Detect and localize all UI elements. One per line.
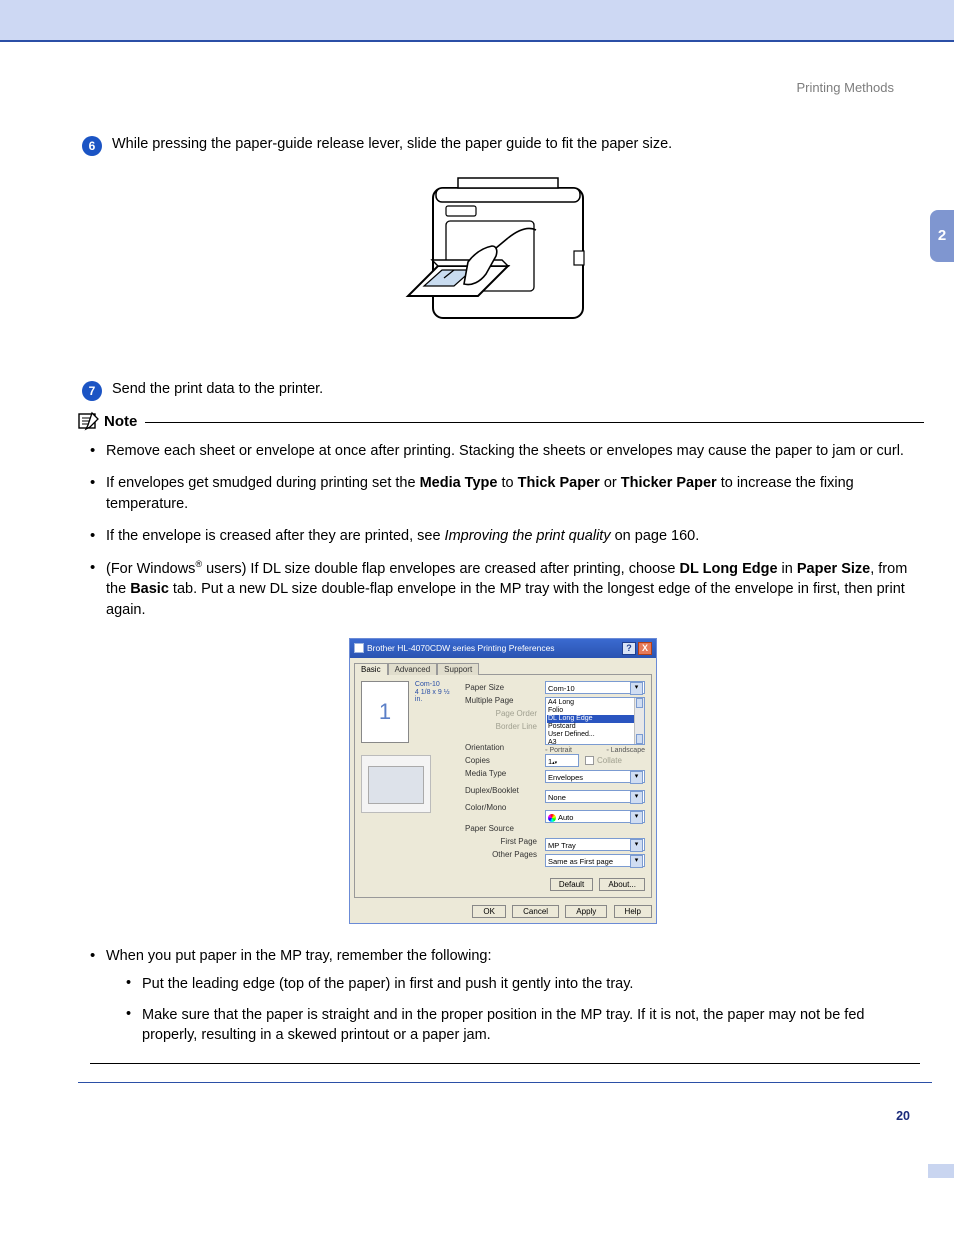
step-7-text: Send the print data to the printer. bbox=[112, 380, 924, 400]
orientation-portrait[interactable]: ◦ Portrait bbox=[545, 747, 572, 754]
mp-tray-sub-2: Make sure that the paper is straight and… bbox=[126, 1001, 916, 1052]
printer-illustration bbox=[82, 166, 924, 350]
mp-tray-sub-1: Put the leading edge (top of the paper) … bbox=[126, 970, 916, 1000]
labels-column: Paper Size Multiple Page Page Order Bord… bbox=[465, 681, 537, 891]
fields-column: Com-10 A4 Long Folio DL Long Edge Postca… bbox=[545, 681, 645, 891]
default-button[interactable]: Default bbox=[550, 878, 593, 891]
preview-printer-image bbox=[361, 755, 431, 813]
page-bottom-rule bbox=[78, 1082, 932, 1083]
label-duplex: Duplex/Booklet bbox=[465, 784, 537, 797]
orientation-landscape[interactable]: ◦ Landscape bbox=[606, 747, 645, 754]
first-page-combo[interactable]: MP Tray bbox=[545, 838, 645, 851]
tab-basic[interactable]: Basic bbox=[354, 663, 388, 675]
dialog-close-button[interactable]: X bbox=[638, 642, 652, 655]
note-heading: Note bbox=[78, 411, 924, 431]
dialog-help-button[interactable]: ? bbox=[622, 642, 636, 655]
label-multiple-page: Multiple Page bbox=[465, 694, 537, 707]
copies-field[interactable]: 1 bbox=[545, 754, 579, 767]
note-icon bbox=[78, 411, 100, 431]
ok-button[interactable]: OK bbox=[472, 905, 506, 918]
color-combo[interactable]: Auto bbox=[545, 810, 645, 823]
label-orientation: Orientation bbox=[465, 741, 537, 754]
label-paper-size: Paper Size bbox=[465, 681, 537, 694]
paper-size-combo[interactable]: Com-10 bbox=[545, 681, 645, 694]
note-rule-bottom bbox=[90, 1063, 920, 1064]
printer-icon bbox=[354, 643, 364, 653]
media-type-combo[interactable]: Envelopes bbox=[545, 770, 645, 783]
step-6: 6 While pressing the paper-guide release… bbox=[82, 135, 924, 156]
section-title: Printing Methods bbox=[0, 42, 954, 95]
note-rule-top bbox=[145, 422, 924, 423]
about-button[interactable]: About... bbox=[599, 878, 645, 891]
dialog-figure: Brother HL-4070CDW series Printing Prefe… bbox=[82, 638, 924, 924]
label-page-order: Page Order bbox=[465, 707, 537, 720]
page-number: 20 bbox=[0, 1103, 954, 1123]
preview-size-label: Com-10 4 1/8 x 9 ½ in. bbox=[415, 681, 457, 704]
printing-preferences-dialog: Brother HL-4070CDW series Printing Prefe… bbox=[349, 638, 657, 924]
help-button[interactable]: Help bbox=[614, 905, 652, 918]
tab-body-basic: 1 Com-10 4 1/8 x 9 ½ in. Paper Size Mult… bbox=[354, 674, 652, 898]
note-item-3: If the envelope is creased after they ar… bbox=[90, 522, 924, 554]
step-7: 7 Send the print data to the printer. bbox=[82, 380, 924, 401]
note-item-2: If envelopes get smudged during printing… bbox=[90, 469, 924, 522]
collate-checkbox[interactable]: Collate bbox=[585, 756, 622, 765]
top-header-bar bbox=[0, 0, 954, 42]
page-content: 6 While pressing the paper-guide release… bbox=[0, 95, 954, 1103]
other-pages-combo[interactable]: Same as First page bbox=[545, 854, 645, 867]
note-list: Remove each sheet or envelope at once af… bbox=[90, 437, 924, 628]
preview-column: 1 Com-10 4 1/8 x 9 ½ in. bbox=[361, 681, 457, 891]
dialog-title-text: Brother HL-4070CDW series Printing Prefe… bbox=[367, 643, 555, 653]
duplex-combo[interactable]: None bbox=[545, 790, 645, 803]
step-badge-7: 7 bbox=[82, 381, 102, 401]
tab-support[interactable]: Support bbox=[437, 663, 479, 675]
mp-tray-sublist: Put the leading edge (top of the paper) … bbox=[126, 970, 916, 1051]
label-color: Color/Mono bbox=[465, 801, 537, 814]
note-label: Note bbox=[104, 413, 137, 430]
cancel-button[interactable]: Cancel bbox=[512, 905, 559, 918]
label-other-pages: Other Pages bbox=[465, 848, 537, 861]
dialog-titlebar: Brother HL-4070CDW series Printing Prefe… bbox=[350, 639, 656, 658]
dialog-button-row: OK Cancel Apply Help bbox=[350, 902, 656, 923]
step-badge-6: 6 bbox=[82, 136, 102, 156]
label-paper-source: Paper Source bbox=[465, 822, 537, 835]
tab-advanced[interactable]: Advanced bbox=[388, 663, 438, 675]
label-media-type: Media Type bbox=[465, 767, 537, 780]
dialog-tabs: BasicAdvancedSupport bbox=[350, 658, 656, 674]
preview-page: 1 bbox=[361, 681, 409, 743]
apply-button[interactable]: Apply bbox=[565, 905, 607, 918]
mp-tray-intro: When you put paper in the MP tray, remem… bbox=[90, 942, 924, 1059]
note-item-4: (For Windows® users) If DL size double f… bbox=[90, 554, 924, 628]
label-copies: Copies bbox=[465, 754, 537, 767]
mp-tray-list: When you put paper in the MP tray, remem… bbox=[90, 942, 924, 1059]
label-border-line: Border Line bbox=[465, 720, 537, 733]
label-first-page: First Page bbox=[465, 835, 537, 848]
paper-size-list[interactable]: A4 Long Folio DL Long Edge Postcard User… bbox=[545, 697, 645, 745]
page-edge-mark bbox=[928, 1164, 954, 1178]
note-item-1: Remove each sheet or envelope at once af… bbox=[90, 437, 924, 469]
step-6-text: While pressing the paper-guide release l… bbox=[112, 135, 924, 155]
